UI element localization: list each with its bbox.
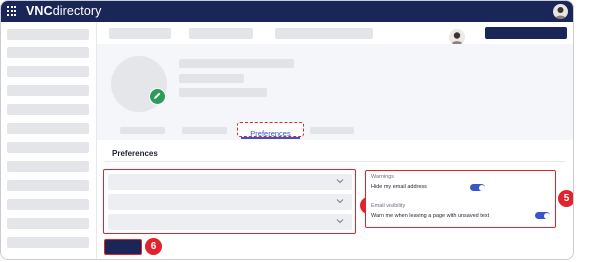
sidebar-item[interactable] [7, 85, 89, 96]
profile-detail-placeholder [179, 74, 244, 83]
sidebar-item[interactable] [7, 180, 89, 191]
section-title: Preferences [112, 149, 158, 158]
chevron-down-icon [336, 179, 344, 184]
header-placeholder[interactable] [189, 28, 253, 39]
sidebar [1, 22, 96, 259]
tab-preferences[interactable]: Preferences [237, 122, 304, 138]
content-header [97, 22, 573, 45]
tab-placeholder[interactable] [310, 127, 354, 134]
user-portrait-icon [451, 32, 463, 45]
brand-name-light: directory [52, 4, 102, 18]
apps-grid-icon[interactable] [7, 6, 17, 16]
sidebar-item[interactable] [7, 104, 89, 115]
preference-dropdowns-highlight [103, 169, 356, 234]
sidebar-item[interactable] [7, 237, 89, 248]
pencil-icon [154, 92, 161, 99]
save-button[interactable] [104, 239, 142, 255]
sidebar-item[interactable] [7, 29, 89, 40]
warn-unsaved-label: Warn me when leaving a page with unsaved… [371, 213, 490, 219]
settings-highlight: Warnings Hide my email address Email vis… [365, 170, 556, 228]
sidebar-item[interactable] [7, 218, 89, 229]
header-placeholder[interactable] [275, 28, 373, 39]
active-tab-indicator [241, 137, 300, 139]
sidebar-item[interactable] [7, 66, 89, 77]
profile-detail-placeholder [179, 88, 267, 97]
preference-dropdown[interactable] [108, 194, 352, 210]
header-action-button[interactable] [485, 27, 567, 39]
sidebar-item[interactable] [7, 161, 89, 172]
sidebar-item[interactable] [7, 123, 89, 134]
brand-logo[interactable]: VNCdirectory [26, 4, 102, 19]
header-placeholder[interactable] [109, 28, 171, 39]
tab-placeholder[interactable] [182, 127, 227, 134]
annotation-badge: 5 [558, 190, 573, 207]
hide-email-label: Hide my email address [371, 184, 427, 190]
preference-dropdown[interactable] [108, 174, 352, 190]
warn-unsaved-toggle[interactable] [535, 212, 550, 219]
user-portrait-icon [555, 7, 566, 19]
profile-name-placeholder [179, 59, 294, 68]
tab-placeholder[interactable] [120, 127, 165, 134]
profile-header [97, 44, 573, 140]
header-avatar[interactable] [449, 29, 465, 45]
section-divider [105, 161, 565, 162]
brand-name-bold: VNC [26, 4, 53, 18]
preference-dropdown[interactable] [108, 214, 352, 230]
chevron-down-icon [336, 199, 344, 204]
edit-avatar-button[interactable] [149, 88, 166, 105]
top-bar: VNCdirectory [1, 1, 573, 22]
annotation-badge: 6 [145, 238, 162, 255]
app-window: VNCdirectory Preferences Preferences War… [0, 0, 574, 260]
warnings-label: Warnings [371, 174, 395, 180]
sidebar-item[interactable] [7, 142, 89, 153]
hide-email-toggle[interactable] [470, 184, 485, 191]
email-visibility-label: Email visibility [371, 203, 406, 209]
sidebar-item[interactable] [7, 47, 89, 58]
chevron-down-icon [336, 219, 344, 224]
sidebar-item[interactable] [7, 199, 89, 210]
user-avatar[interactable] [553, 4, 568, 19]
